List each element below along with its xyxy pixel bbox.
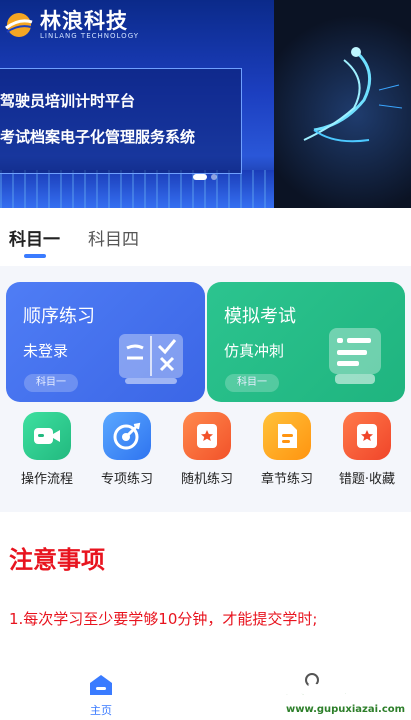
notice-text: 1.每次学习至少要学够10分钟，才能提交学时; [9,610,318,628]
promo-banner[interactable]: 林浪科技 LINLANG TECHNOLOGY 驾驶员培训计时平台 考试档案电子… [0,0,411,208]
banner-art [274,0,411,208]
banner-text-panel [0,68,242,174]
shortcut-operation-flow[interactable]: 操作流程 [7,412,87,487]
carousel-indicator [193,174,217,180]
video-camera-icon [23,412,71,460]
shortcut-label: 随机练习 [180,472,233,487]
nav-home[interactable]: 主页 [86,674,116,718]
logo-title: 林浪科技 [40,9,128,33]
card-subtitle: 未登录 [23,342,69,360]
shortcut-label: 专项练习 [100,472,153,487]
carousel-dot-active[interactable] [193,174,207,180]
subject-tabs: 科目一 科目四 [0,208,411,266]
book-check-icon [119,334,183,384]
glowing-bird-graphic [303,47,403,143]
card-title: 模拟考试 [224,306,296,327]
company-logo: 林浪科技 LINLANG TECHNOLOGY [4,10,139,40]
banner-headline-2: 考试档案电子化管理服务系统 [0,128,196,146]
card-star-icon [343,412,391,460]
tab-subject-four[interactable]: 科目四 [88,225,139,250]
card-subtitle: 仿真冲刺 [224,342,285,360]
card-title: 顺序练习 [23,306,95,327]
mock-exam-card[interactable]: 模拟考试 仿真冲刺 科目一 [207,282,405,402]
carousel-dot[interactable] [211,174,217,180]
shortcut-label: 错题·收藏 [338,472,396,487]
card-tag: 科目一 [225,374,279,392]
shortcut-special-practice[interactable]: 专项练习 [87,412,167,487]
nav-home-label: 主页 [90,704,112,717]
target-icon [103,412,151,460]
card-star-icon [183,412,231,460]
shortcut-random-practice[interactable]: 随机练习 [167,412,247,487]
shortcut-wrong-favorites[interactable]: 错题·收藏 [327,412,407,487]
active-tab-indicator [24,254,46,258]
shortcut-label: 操作流程 [20,472,73,487]
watermark-url: www.gupuxiazai.com [286,704,406,715]
card-tag: 科目一 [24,374,78,392]
sequential-practice-card[interactable]: 顺序练习 未登录 科目一 [6,282,205,402]
site-watermark: 谷普软件园 www.gupuxiazai.com [283,676,411,720]
shortcut-chapter-practice[interactable]: 章节练习 [247,412,327,487]
banner-grid-decoration [0,170,274,208]
banner-headline-1: 驾驶员培训计时平台 [0,92,136,110]
notice-title: 注意事项 [9,546,105,574]
tab-subject-one[interactable]: 科目一 [9,225,60,250]
document-icon [263,412,311,460]
shortcut-label: 章节练习 [260,472,313,487]
logo-subtitle: LINLANG TECHNOLOGY [40,32,140,40]
exam-board-icon [329,328,381,384]
home-icon [90,675,112,695]
logo-globe-icon [5,13,33,37]
